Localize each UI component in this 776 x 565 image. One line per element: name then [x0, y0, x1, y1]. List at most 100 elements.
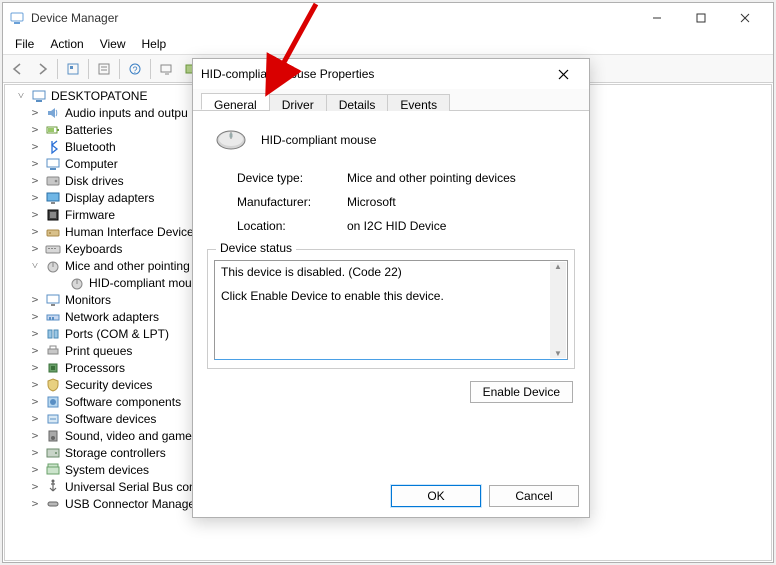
- tab-details[interactable]: Details: [326, 94, 389, 111]
- expand-toggle[interactable]: >: [29, 174, 41, 187]
- expand-toggle[interactable]: >: [29, 446, 41, 459]
- device-category-icon: [45, 360, 61, 376]
- toolbar-forward-button[interactable]: [31, 58, 53, 80]
- properties-title: HID-compliant Mouse Properties: [201, 67, 545, 81]
- device-status-legend: Device status: [216, 241, 296, 255]
- tree-item-label: Security devices: [65, 378, 152, 392]
- mouse-icon: [213, 125, 249, 155]
- expand-toggle[interactable]: >: [29, 123, 41, 136]
- menu-file[interactable]: File: [7, 35, 42, 53]
- tree-item-label: Network adapters: [65, 310, 159, 324]
- device-category-icon: [45, 445, 61, 461]
- minimize-button[interactable]: [635, 4, 679, 32]
- expand-toggle[interactable]: >: [29, 310, 41, 323]
- expand-toggle[interactable]: >: [29, 395, 41, 408]
- expand-toggle[interactable]: >: [29, 293, 41, 306]
- menu-view[interactable]: View: [92, 35, 134, 53]
- expand-toggle[interactable]: >: [29, 361, 41, 374]
- device-status-textbox[interactable]: This device is disabled. (Code 22) Click…: [214, 260, 568, 360]
- window-controls: [635, 4, 767, 32]
- tree-item-label: Keyboards: [65, 242, 122, 256]
- device-category-icon: [45, 377, 61, 393]
- tree-item-label: Firmware: [65, 208, 115, 222]
- tree-item-label: Mice and other pointing: [65, 259, 190, 273]
- value-device-type: Mice and other pointing devices: [347, 171, 575, 185]
- tree-item-label: Audio inputs and outpu: [65, 106, 188, 120]
- device-info: Device type: Mice and other pointing dev…: [207, 171, 575, 233]
- expand-toggle[interactable]: >: [29, 208, 41, 221]
- expand-toggle[interactable]: >: [29, 463, 41, 476]
- device-manager-icon: [9, 10, 25, 26]
- label-manufacturer: Manufacturer:: [237, 195, 347, 209]
- device-category-icon: [45, 343, 61, 359]
- close-button[interactable]: [723, 4, 767, 32]
- properties-tabs: General Driver Details Events: [193, 89, 589, 111]
- menubar: File Action View Help: [3, 33, 773, 55]
- expand-toggle[interactable]: >: [29, 225, 41, 238]
- tree-item-label: Storage controllers: [65, 446, 166, 460]
- toolbar-scan-button[interactable]: [155, 58, 177, 80]
- device-category-icon: [45, 207, 61, 223]
- expand-toggle[interactable]: >: [29, 412, 41, 425]
- tree-child-label: HID-compliant mou: [89, 276, 192, 290]
- expand-toggle[interactable]: >: [29, 191, 41, 204]
- toolbar-help-button[interactable]: ?: [124, 58, 146, 80]
- toolbar-show-tree-button[interactable]: [62, 58, 84, 80]
- expand-toggle[interactable]: >: [29, 157, 41, 170]
- tree-item-label: Ports (COM & LPT): [65, 327, 169, 341]
- device-status-group: Device status This device is disabled. (…: [207, 249, 575, 369]
- mouse-icon: [69, 275, 85, 291]
- maximize-button[interactable]: [679, 4, 723, 32]
- status-line-1: This device is disabled. (Code 22): [221, 265, 561, 279]
- toolbar-properties-button[interactable]: [93, 58, 115, 80]
- menu-help[interactable]: Help: [134, 35, 175, 53]
- device-category-icon: [45, 139, 61, 155]
- device-properties-dialog: HID-compliant Mouse Properties General D…: [192, 58, 590, 518]
- expand-toggle[interactable]: >: [29, 480, 41, 493]
- properties-titlebar: HID-compliant Mouse Properties: [193, 59, 589, 89]
- device-category-icon: [45, 190, 61, 206]
- toolbar-back-button[interactable]: [7, 58, 29, 80]
- tree-item-label: Sound, video and game: [65, 429, 192, 443]
- device-category-icon: [45, 258, 61, 274]
- tab-driver[interactable]: Driver: [269, 94, 327, 111]
- expand-toggle[interactable]: >: [29, 344, 41, 357]
- device-category-icon: [45, 394, 61, 410]
- svg-text:?: ?: [132, 65, 137, 75]
- tab-general[interactable]: General: [201, 93, 270, 110]
- expand-toggle[interactable]: >: [29, 140, 41, 153]
- device-category-icon: [45, 326, 61, 342]
- scroll-down-icon[interactable]: ▼: [554, 349, 562, 358]
- tree-item-label: Monitors: [65, 293, 111, 307]
- expand-toggle[interactable]: >: [29, 429, 41, 442]
- expand-toggle[interactable]: >: [29, 106, 41, 119]
- device-manager-titlebar: Device Manager: [3, 3, 773, 33]
- properties-body: HID-compliant mouse Device type: Mice an…: [193, 111, 589, 477]
- expand-toggle[interactable]: >: [29, 327, 41, 340]
- device-category-icon: [45, 105, 61, 121]
- tab-events[interactable]: Events: [387, 94, 450, 111]
- device-category-icon: [45, 292, 61, 308]
- tree-item-label: Processors: [65, 361, 125, 375]
- device-header: HID-compliant mouse: [207, 125, 575, 155]
- status-scrollbar[interactable]: ▲ ▼: [550, 262, 566, 358]
- device-category-icon: [45, 309, 61, 325]
- properties-close-button[interactable]: [545, 61, 581, 87]
- device-category-icon: [45, 156, 61, 172]
- expand-toggle[interactable]: ˅: [29, 259, 41, 272]
- expand-toggle[interactable]: >: [29, 378, 41, 391]
- ok-button[interactable]: OK: [391, 485, 481, 507]
- status-line-2: Click Enable Device to enable this devic…: [221, 289, 561, 303]
- cancel-button[interactable]: Cancel: [489, 485, 579, 507]
- label-device-type: Device type:: [237, 171, 347, 185]
- value-location: on I2C HID Device: [347, 219, 575, 233]
- expand-toggle[interactable]: >: [29, 497, 41, 510]
- device-category-icon: [45, 173, 61, 189]
- tree-item-label: Bluetooth: [65, 140, 116, 154]
- expand-toggle[interactable]: ˅: [15, 89, 27, 102]
- enable-device-button[interactable]: Enable Device: [470, 381, 573, 403]
- scroll-up-icon[interactable]: ▲: [554, 262, 562, 271]
- device-category-icon: [45, 496, 61, 512]
- menu-action[interactable]: Action: [42, 35, 91, 53]
- expand-toggle[interactable]: >: [29, 242, 41, 255]
